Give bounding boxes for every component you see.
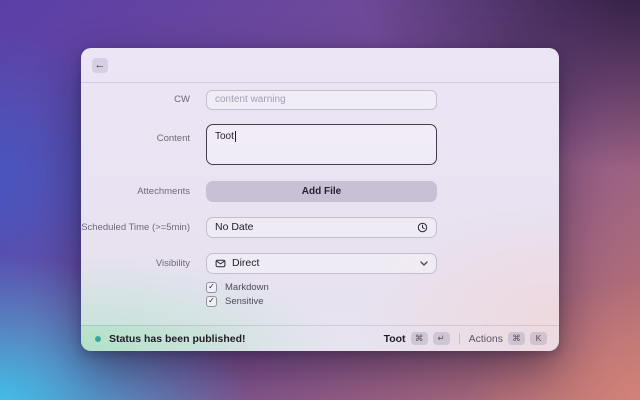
date-value: No Date: [215, 221, 254, 233]
markdown-checkbox[interactable]: ✓: [206, 281, 217, 293]
clock-icon: [417, 222, 428, 233]
back-button[interactable]: ←: [92, 58, 108, 73]
status-dot-icon: [95, 335, 101, 342]
footer-bar: Status has been published! Toot ⌘ ↵ Acti…: [81, 325, 559, 351]
visibility-row: Visibility Direct: [81, 252, 559, 274]
visibility-value: Direct: [232, 257, 260, 269]
markdown-checkbox-row: ✓ Markdown: [206, 281, 559, 293]
footer-divider: [458, 333, 460, 344]
visibility-dropdown[interactable]: Direct: [206, 252, 437, 274]
window-header: ←: [81, 48, 559, 83]
compose-form: CW Content Toot Attechments Add File Sch…: [81, 89, 559, 307]
cmd-keycap: ⌘: [410, 332, 428, 345]
content-row: Content Toot: [81, 123, 559, 165]
sensitive-checkbox-row: ✓ Sensitive: [206, 295, 559, 307]
toast-status: Status has been published!: [95, 333, 246, 345]
scheduled-time-label: Scheduled Time (>=5min): [81, 221, 190, 233]
cw-label: CW: [174, 93, 190, 105]
text-caret: [234, 130, 236, 142]
check-icon: ✓: [208, 296, 215, 305]
envelope-icon: [215, 258, 226, 269]
markdown-checkbox-label: Markdown: [225, 281, 269, 293]
date-picker-field[interactable]: No Date: [206, 216, 437, 238]
add-file-button[interactable]: Add File: [206, 180, 437, 202]
attachments-label: Attechments: [137, 185, 190, 197]
content-label: Content: [156, 132, 190, 144]
scheduled-time-row: Scheduled Time (>=5min) No Date: [81, 216, 559, 238]
status-message: Status has been published!: [109, 332, 246, 345]
check-icon: ✓: [208, 282, 215, 291]
content-textarea[interactable]: Toot: [206, 123, 437, 165]
compose-toot-window: ← CW Content Toot Attechments Add File S…: [81, 48, 559, 351]
cmd-keycap: ⌘: [508, 332, 525, 345]
visibility-label: Visibility: [155, 257, 190, 269]
back-arrow-icon: ←: [94, 59, 106, 71]
sensitive-checkbox[interactable]: ✓: [206, 295, 217, 307]
actions-menu-button[interactable]: Actions: [469, 333, 503, 345]
chevron-down-icon: [420, 260, 428, 266]
footer-actions: Toot ⌘ ↵ Actions ⌘ K: [384, 332, 547, 345]
return-keycap: ↵: [432, 332, 450, 345]
toot-action-button[interactable]: Toot: [384, 333, 406, 345]
content-warning-input[interactable]: [206, 89, 437, 110]
sensitive-checkbox-label: Sensitive: [225, 295, 264, 307]
cw-row: CW: [81, 89, 559, 110]
attachments-row: Attechments Add File: [81, 180, 559, 202]
k-keycap: K: [530, 332, 547, 345]
content-text: Toot: [215, 130, 234, 142]
